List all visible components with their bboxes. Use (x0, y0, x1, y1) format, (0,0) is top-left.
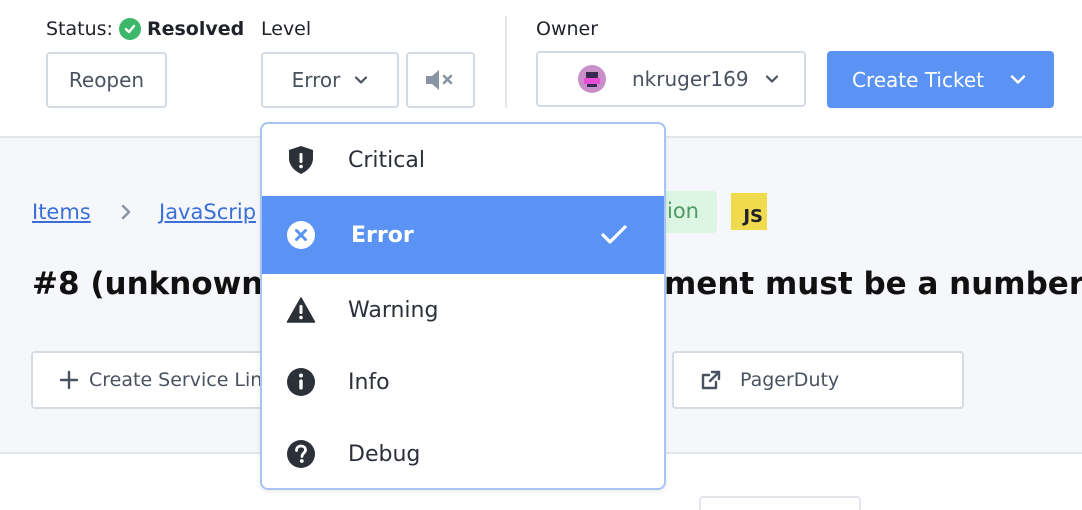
level-option-label: Warning (348, 297, 439, 323)
level-option-critical[interactable]: Critical (262, 124, 664, 196)
status-value: Resolved (146, 18, 245, 40)
mute-button[interactable] (406, 52, 475, 108)
question-circle-icon (286, 439, 316, 469)
chevron-down-icon[interactable] (1010, 74, 1026, 85)
breadcrumb-items-link[interactable]: Items (32, 200, 91, 224)
owner-select-value: nkruger169 (632, 67, 749, 91)
create-service-link-button[interactable]: Create Service Lin (31, 351, 271, 409)
chevron-down-icon (765, 74, 779, 84)
header-divider (505, 16, 507, 108)
status-label: Status: (46, 18, 113, 40)
shield-alert-icon (286, 145, 316, 175)
issue-header: Status: Resolved Reopen Level Error Owne… (0, 0, 1082, 138)
item-title: #8 (unknown) (32, 266, 278, 302)
mute-icon (424, 67, 458, 93)
create-ticket-button[interactable]: Create Ticket (827, 51, 1054, 108)
level-option-error[interactable]: Error (262, 196, 664, 274)
warning-triangle-icon (286, 295, 316, 325)
environment-badge: ion (663, 191, 717, 233)
level-option-label: Info (348, 369, 390, 395)
pagerduty-button[interactable]: PagerDuty (672, 351, 964, 409)
level-option-label: Error (351, 222, 414, 248)
level-select[interactable]: Error (261, 52, 399, 108)
level-option-label: Critical (348, 147, 425, 173)
create-service-link-label: Create Service Lin (89, 369, 263, 391)
create-ticket-label: Create Ticket (852, 67, 984, 92)
item-title-tail: ment must be a number (664, 266, 1082, 302)
plus-icon (59, 370, 79, 390)
status-indicator: Status: Resolved (46, 18, 244, 40)
level-option-label: Debug (348, 441, 421, 467)
checkmark-icon (600, 224, 628, 246)
level-option-warning[interactable]: Warning (262, 274, 664, 346)
level-dropdown-menu: Critical Error Warning Info Debug (260, 122, 666, 490)
level-option-info[interactable]: Info (262, 346, 664, 418)
level-label: Level (261, 18, 312, 40)
pagerduty-label: PagerDuty (740, 369, 840, 391)
reopen-button-label: Reopen (68, 68, 145, 92)
chevron-right-icon (120, 204, 132, 224)
avatar (578, 65, 606, 93)
owner-label: Owner (536, 18, 599, 40)
javascript-badge: JS (731, 193, 767, 230)
resolved-check-icon (118, 18, 141, 40)
breadcrumb-project-link[interactable]: JavaScrip (159, 200, 256, 224)
info-circle-icon (286, 367, 316, 397)
chevron-down-icon (354, 75, 368, 85)
partial-card (699, 496, 861, 510)
level-option-debug[interactable]: Debug (262, 418, 664, 488)
reopen-button[interactable]: Reopen (46, 52, 167, 108)
x-circle-icon (286, 220, 316, 250)
owner-select[interactable]: nkruger169 (536, 51, 806, 107)
level-select-value: Error (291, 68, 341, 92)
external-link-icon (700, 369, 722, 391)
